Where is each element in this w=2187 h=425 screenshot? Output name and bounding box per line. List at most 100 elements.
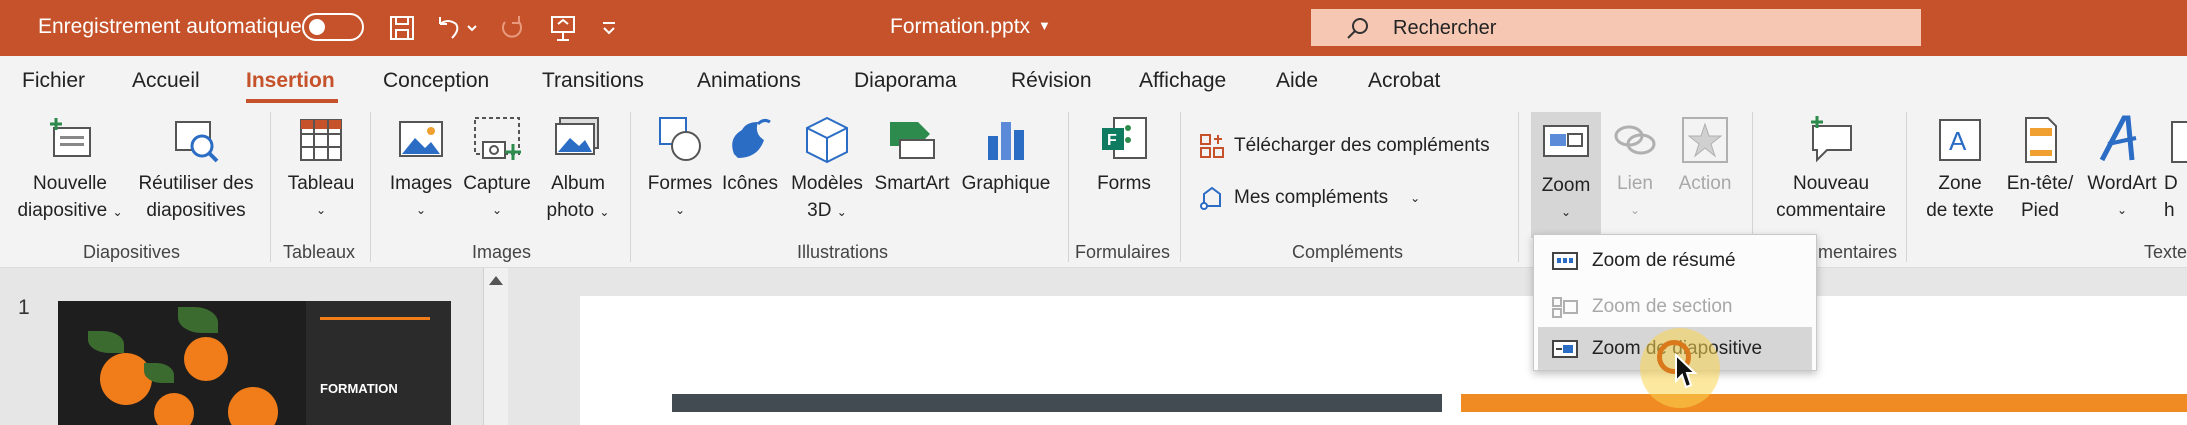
tab-diaporama[interactable]: Diaporama — [854, 69, 957, 93]
customize-toolbar-icon[interactable] — [600, 14, 618, 42]
chart-button[interactable]: Graphique — [956, 114, 1056, 197]
slide-orange-bar — [1461, 394, 2187, 412]
textbox-label-1: Zone — [1938, 173, 1982, 194]
link-button: Lien ⌄ — [1602, 114, 1668, 224]
scroll-up-icon[interactable] — [489, 276, 503, 285]
menu-item-label: Zoom de résumé — [1592, 249, 1736, 271]
icons-button[interactable]: Icônes — [714, 114, 786, 197]
zoom-icon — [1543, 125, 1589, 157]
chevron-down-icon: ⌄ — [1410, 191, 1421, 205]
table-button[interactable]: Tableau ⌄ — [280, 114, 362, 224]
tab-accueil[interactable]: Accueil — [132, 69, 200, 93]
tab-acrobat[interactable]: Acrobat — [1368, 69, 1440, 93]
chevron-down-icon: ⌄ — [836, 205, 847, 219]
thumbnail-title: FORMATION — [320, 381, 398, 396]
group-separator — [270, 112, 271, 262]
tab-animations[interactable]: Animations — [697, 69, 801, 93]
date-time-button-partial[interactable]: D h — [2164, 114, 2187, 224]
new-slide-icon — [50, 118, 91, 157]
active-tab-indicator — [246, 99, 338, 103]
textbox-button[interactable]: A Zone de texte — [1918, 114, 2002, 224]
group-label-comments: mentaires — [1818, 242, 1898, 262]
new-comment-label-1: Nouveau — [1792, 173, 1870, 194]
tab-insertion[interactable]: Insertion — [246, 69, 335, 93]
group-separator — [1906, 112, 1907, 262]
search-label: Rechercher — [1393, 17, 1497, 39]
presentation-icon[interactable] — [548, 14, 578, 42]
chevron-down-icon: ⌄ — [599, 205, 610, 219]
slide-number: 1 — [18, 296, 30, 319]
slide-thumbnail[interactable]: FORMATION — [58, 301, 451, 425]
redo-icon — [497, 14, 527, 42]
tab-revision[interactable]: Révision — [1011, 69, 1092, 93]
tab-fichier[interactable]: Fichier — [22, 69, 85, 93]
svg-text:A: A — [1949, 126, 1967, 156]
3d-models-label-1: Modèles — [791, 173, 863, 194]
star-icon — [1682, 117, 1728, 163]
screenshot-icon — [474, 117, 521, 160]
new-comment-label-2: commentaire — [1776, 200, 1886, 221]
menu-item-summary-zoom[interactable]: Zoom de résumé — [1538, 239, 1812, 282]
smartart-button[interactable]: SmartArt — [866, 114, 958, 197]
search-icon — [1347, 18, 1368, 39]
wordart-button[interactable]: WordArt ⌄ — [2080, 114, 2164, 224]
chevron-down-icon: ⌄ — [1629, 203, 1641, 217]
thumbnail-photo — [58, 301, 306, 425]
comment-icon — [1811, 116, 1852, 163]
header-footer-label-2: Pied — [2020, 200, 2060, 221]
group-label-illustrations: Illustrations — [797, 242, 889, 262]
addins-icon — [1200, 186, 1221, 210]
new-slide-button[interactable]: Nouvelle diapositive ⌄ — [10, 114, 130, 226]
photo-album-button[interactable]: Album photo ⌄ — [534, 114, 622, 226]
tab-transitions[interactable]: Transitions — [542, 69, 644, 93]
my-addins-button[interactable]: Mes compléments ⌄ — [1198, 184, 1420, 212]
photo-album-label-1: Album — [551, 173, 605, 194]
group-separator — [1518, 112, 1519, 262]
store-icon — [1200, 134, 1224, 158]
file-name[interactable]: Formation.pptx — [890, 15, 1030, 39]
textbox-icon: A — [1939, 119, 1981, 161]
chevron-down-icon: ⌄ — [2116, 203, 2128, 217]
forms-icon: F — [1102, 117, 1147, 159]
get-addins-button[interactable]: Télécharger des compléments — [1198, 132, 1490, 160]
table-icon — [300, 119, 342, 161]
group-separator — [1068, 112, 1069, 262]
chevron-down-icon[interactable]: ▼ — [1038, 18, 1051, 33]
textbox-label-2: de texte — [1926, 200, 1994, 221]
search-box[interactable]: Rechercher — [1311, 9, 1921, 46]
forms-button[interactable]: F Forms — [1086, 114, 1162, 197]
wordart-icon — [2099, 115, 2137, 162]
reuse-slides-button[interactable]: Réutiliser des diapositives — [135, 114, 257, 224]
slides-scrollbar[interactable] — [483, 268, 508, 425]
zoom-button[interactable]: Zoom ⌄ — [1531, 112, 1601, 238]
autosave-toggle[interactable] — [302, 13, 364, 41]
tab-aide[interactable]: Aide — [1276, 69, 1318, 93]
slide-dark-bar — [672, 394, 1442, 412]
new-comment-button[interactable]: Nouveau commentaire — [1762, 114, 1900, 224]
header-footer-label-1: En-tête/ — [2006, 173, 2074, 194]
cube-icon — [806, 116, 848, 164]
3d-models-button[interactable]: Modèles 3D ⌄ — [784, 114, 870, 226]
group-separator — [1180, 112, 1181, 262]
shapes-label: Formes — [647, 173, 713, 194]
picture-icon — [399, 121, 443, 157]
smartart-label: SmartArt — [874, 173, 950, 194]
chevron-down-icon: ⌄ — [491, 203, 503, 217]
group-label-slides: Diapositives — [83, 242, 181, 262]
header-footer-button[interactable]: En-tête/ Pied — [1998, 114, 2082, 224]
icons-icon — [732, 118, 771, 158]
reuse-slides-label-2: diapositives — [146, 200, 246, 221]
date-time-label-1: D — [2164, 173, 2178, 194]
tab-conception[interactable]: Conception — [383, 69, 489, 93]
new-slide-label-2: diapositive — [17, 200, 108, 221]
tab-affichage[interactable]: Affichage — [1139, 69, 1226, 93]
shapes-button[interactable]: Formes ⌄ — [640, 114, 720, 224]
capture-button[interactable]: Capture ⌄ — [456, 114, 538, 224]
chevron-down-icon: ⌄ — [1560, 205, 1572, 219]
get-addins-label: Télécharger des compléments — [1234, 135, 1490, 156]
undo-icon[interactable] — [434, 14, 478, 42]
wordart-label: WordArt — [2087, 173, 2157, 194]
images-button[interactable]: Images ⌄ — [380, 114, 462, 224]
save-icon[interactable] — [388, 14, 416, 42]
summary-zoom-icon — [1552, 251, 1578, 270]
